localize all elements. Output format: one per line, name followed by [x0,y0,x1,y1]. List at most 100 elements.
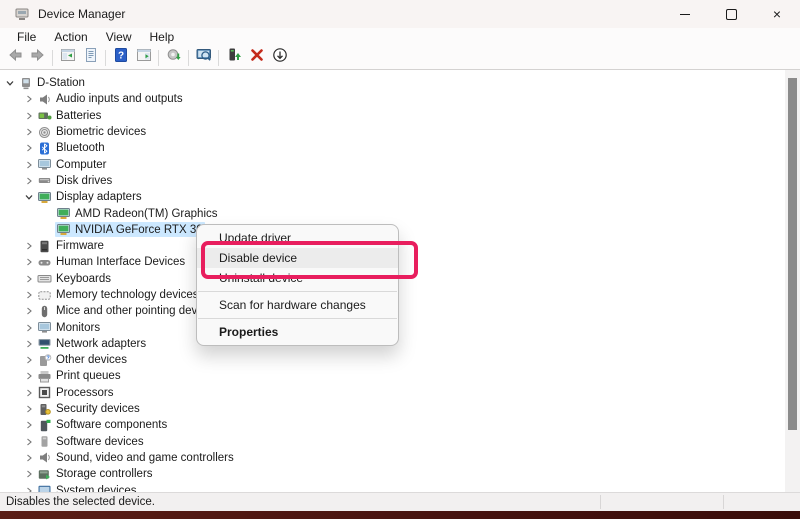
tree-item-label: Human Interface Devices [54,256,185,268]
row-content: Bluetooth [36,141,107,156]
selected-row-content: NVIDIA GeForce RTX 30 [55,222,205,237]
titlebar[interactable]: Device Manager × [0,0,800,28]
chevron-right-icon[interactable] [22,469,36,479]
toolbar-separator [158,50,159,66]
context-menu-item-scan-for-hardware-changes[interactable]: Scan for hardware changes [197,295,398,315]
row-content: Keyboards [36,271,113,286]
show-action-pane-button[interactable] [132,48,155,68]
maximize-button[interactable] [708,0,754,28]
chevron-right-icon[interactable] [22,306,36,316]
disable-icon [272,47,288,68]
console-tree-icon [60,47,76,68]
unknown-device-icon: ? [37,354,54,367]
row-content: Software devices [36,434,146,449]
chevron-right-icon[interactable] [22,323,36,333]
chevron-right-icon[interactable] [22,257,36,267]
show-hide-console-tree-button[interactable] [56,48,79,68]
tree-item-label: Memory technology devices [54,289,199,301]
chevron-right-icon[interactable] [22,404,36,414]
scrollbar-thumb[interactable] [788,78,797,430]
chevron-right-icon[interactable] [22,274,36,284]
software-device-icon [37,435,54,448]
chevron-right-icon[interactable] [22,339,36,349]
battery-icon [37,109,54,122]
tree-item-sound-video-and-game-controllers[interactable]: Sound, video and game controllers [0,450,785,466]
tree-item-storage-controllers[interactable]: Storage controllers [0,466,785,482]
chevron-right-icon[interactable] [22,143,36,153]
keyboard-icon [37,272,54,285]
tree-item-audio-inputs-and-outputs[interactable]: Audio inputs and outputs [0,91,785,107]
tree-item-d-station[interactable]: D-Station [0,75,785,91]
context-menu-item-properties[interactable]: Properties [197,322,398,342]
tree-item-print-queues[interactable]: Print queues [0,368,785,384]
tree-item-security-devices[interactable]: Security devices [0,401,785,417]
chevron-right-icon[interactable] [22,176,36,186]
tree-item-processors[interactable]: Processors [0,385,785,401]
chevron-right-icon[interactable] [22,127,36,137]
action-pane-icon [136,47,152,68]
statusbar-divider [600,495,601,509]
chevron-right-icon[interactable] [22,355,36,365]
tree-item-other-devices[interactable]: ?Other devices [0,352,785,368]
tree-item-batteries[interactable]: Batteries [0,108,785,124]
menu-view[interactable]: View [97,29,141,45]
tree-item-label: NVIDIA GeForce RTX 30 [73,224,203,236]
device-manager-window: Device Manager × FileActionViewHelp ? D-… [0,0,800,519]
mouse-icon [37,305,54,318]
tree-item-software-components[interactable]: Software components [0,417,785,433]
scan-for-hardware-changes-button[interactable] [192,48,215,68]
row-content: Human Interface Devices [36,255,187,270]
update-driver-button[interactable] [222,48,245,68]
tree-item-bluetooth[interactable]: Bluetooth [0,140,785,156]
display-adapter-icon [56,207,73,220]
properties-icon [83,47,99,68]
tree-item-amd-radeon-tm-graphics[interactable]: AMD Radeon(TM) Graphics [0,205,785,221]
row-content: Display adapters [36,190,144,205]
chevron-right-icon[interactable] [22,388,36,398]
chevron-right-icon[interactable] [22,160,36,170]
chevron-right-icon[interactable] [22,111,36,121]
chevron-right-icon[interactable] [22,241,36,251]
printer-icon [37,370,54,383]
minimize-button[interactable] [662,0,708,28]
row-content: Sound, video and game controllers [36,450,236,465]
menu-action[interactable]: Action [45,29,96,45]
chevron-right-icon[interactable] [22,437,36,447]
chevron-right-icon[interactable] [22,371,36,381]
back-button[interactable] [3,48,26,68]
chevron-down-icon[interactable] [3,78,17,88]
tree-item-software-devices[interactable]: Software devices [0,434,785,450]
chevron-right-icon[interactable] [22,94,36,104]
window-title: Device Manager [38,7,125,21]
chevron-right-icon[interactable] [22,290,36,300]
menu-help[interactable]: Help [141,29,184,45]
hid-icon [37,256,54,269]
tree-item-label: Bluetooth [54,142,105,154]
tree-item-label: Audio inputs and outputs [54,93,183,105]
tree-item-label: Display adapters [54,191,142,203]
tree-item-display-adapters[interactable]: Display adapters [0,189,785,205]
update-driver-software-button[interactable] [162,48,185,68]
update-software-icon [166,47,182,68]
tree-item-computer[interactable]: Computer [0,156,785,172]
help-icon: ? [113,47,129,68]
tree-item-biometric-devices[interactable]: Biometric devices [0,124,785,140]
row-content: Network adapters [36,336,148,351]
forward-button[interactable] [26,48,49,68]
vertical-scrollbar[interactable] [785,70,800,493]
back-arrow-icon [7,47,23,68]
chevron-down-icon[interactable] [22,192,36,202]
uninstall-device-button[interactable] [245,48,268,68]
chevron-right-icon[interactable] [22,453,36,463]
menu-file[interactable]: File [8,29,45,45]
help-button[interactable]: ? [109,48,132,68]
sound-icon [37,451,54,464]
disable-device-button[interactable] [268,48,291,68]
uninstall-icon [249,47,265,68]
tree-item-disk-drives[interactable]: Disk drives [0,173,785,189]
statusbar: Disables the selected device. [0,492,800,511]
close-button[interactable]: × [754,0,800,28]
firmware-icon [37,240,54,253]
properties-button[interactable] [79,48,102,68]
chevron-right-icon[interactable] [22,420,36,430]
